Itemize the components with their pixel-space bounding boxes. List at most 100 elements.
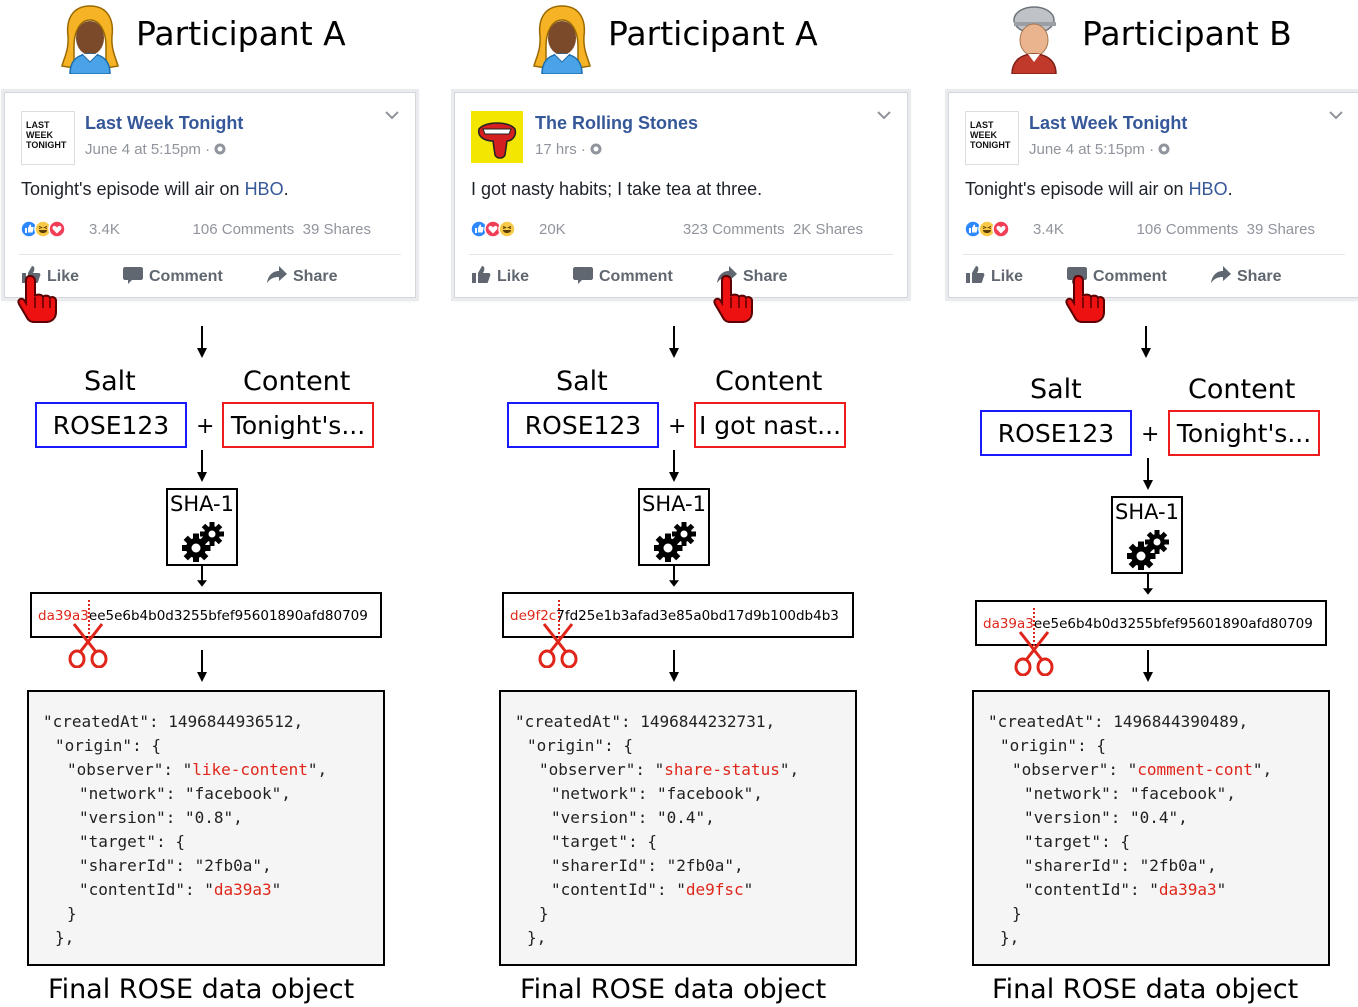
post-stats[interactable]: 106 Comments 39 Shares	[193, 221, 371, 238]
facebook-post-card: LAST WEEK TONIGHT Last Week Tonight June…	[948, 92, 1358, 298]
content-label: Content	[715, 366, 823, 397]
rose-data-object: "createdAt": 1496844390489, "origin": { …	[972, 690, 1330, 966]
column-participant-a-share: Participant A The Rolling Stones 17 hrs …	[454, 0, 908, 1007]
content-id-value: da39a3	[1158, 880, 1217, 899]
male-avatar-icon	[1011, 6, 1057, 74]
comment-button[interactable]: Comment	[123, 265, 223, 286]
salt-label: Salt	[1030, 374, 1082, 405]
thumbs-up-icon	[966, 266, 985, 283]
female-avatar-icon	[61, 5, 119, 74]
divider	[963, 254, 1345, 255]
hand-cursor-icon	[1065, 275, 1105, 323]
hash-function-label: SHA-1	[642, 492, 706, 516]
reaction-count[interactable]: 3.4K	[89, 221, 120, 238]
share-icon	[1211, 266, 1231, 283]
sha1-hash-box: SHA-1	[638, 488, 710, 566]
reaction-count[interactable]: 20K	[539, 221, 566, 238]
down-arrow-icon	[668, 650, 680, 683]
facebook-post-card: The Rolling Stones 17 hrs · I got nasty …	[454, 92, 908, 298]
down-arrow-icon	[668, 450, 680, 483]
down-arrow-icon	[668, 326, 680, 359]
haha-reaction-icon	[498, 220, 516, 238]
plus-sign: +	[668, 414, 687, 439]
like-button[interactable]: Like	[965, 265, 1023, 286]
post-stats[interactable]: 323 Comments 2K Shares	[683, 221, 863, 238]
participant-name: Participant B	[1082, 14, 1292, 53]
caption: Final ROSE data object	[48, 974, 355, 1005]
globe-icon	[590, 143, 602, 155]
page-name-link[interactable]: Last Week Tonight	[1029, 113, 1187, 134]
post-time: 17 hrs ·	[535, 141, 602, 158]
observer-value: like-content	[192, 760, 308, 779]
share-icon	[267, 266, 287, 283]
content-box: Tonight's...	[222, 402, 374, 448]
content-label: Content	[1188, 374, 1296, 405]
salt-box: ROSE123	[507, 402, 659, 448]
hbo-link[interactable]: HBO	[245, 179, 284, 199]
reaction-icons[interactable]	[21, 217, 141, 241]
down-arrow-icon	[196, 326, 208, 359]
rose-data-object: "createdAt": 1496844936512, "origin": { …	[27, 690, 385, 966]
rolling-stones-tongue-logo	[471, 111, 523, 163]
hash-rest: ee5e6b4b0d3255bfef95601890afd80709	[88, 608, 368, 624]
reaction-count[interactable]: 3.4K	[1033, 221, 1064, 238]
observer-value: comment-cont	[1137, 760, 1253, 779]
scissors-icon	[68, 622, 108, 668]
content-id-value: da39a3	[213, 880, 272, 899]
content-label: Content	[243, 366, 351, 397]
salt-label: Salt	[556, 366, 608, 397]
scissors-icon	[1014, 630, 1054, 676]
comment-icon	[573, 267, 593, 284]
down-arrow-icon	[196, 566, 208, 588]
page-name-link[interactable]: The Rolling Stones	[535, 113, 698, 134]
comment-button[interactable]: Comment	[573, 265, 673, 286]
chevron-down-icon[interactable]	[1329, 111, 1343, 121]
post-stats[interactable]: 106 Comments 39 Shares	[1137, 221, 1315, 238]
post-text: I got nasty habits; I take tea at three.	[471, 179, 763, 199]
hand-cursor-icon	[713, 275, 753, 323]
gears-icon	[654, 522, 696, 562]
participant-name: Participant A	[608, 14, 818, 53]
hash-function-label: SHA-1	[170, 492, 234, 516]
page-name-link[interactable]: Last Week Tonight	[85, 113, 243, 134]
post-text: Tonight's episode will air on HBO.	[965, 179, 1233, 199]
content-box: Tonight's...	[1168, 410, 1320, 456]
share-button[interactable]: Share	[267, 265, 337, 286]
caption: Final ROSE data object	[992, 974, 1299, 1005]
scissors-icon	[538, 622, 578, 668]
last-week-tonight-logo: LAST WEEK TONIGHT	[965, 111, 1019, 165]
down-arrow-icon	[196, 650, 208, 683]
chevron-down-icon[interactable]	[385, 111, 399, 121]
salt-label: Salt	[84, 366, 136, 397]
share-button[interactable]: Share	[1211, 265, 1281, 286]
love-reaction-icon	[48, 220, 66, 238]
reaction-icons[interactable]	[965, 217, 1085, 241]
hbo-link[interactable]: HBO	[1189, 179, 1228, 199]
hash-rest: 7fd25e1b3afad3e85a0bd17d9b100db4b3	[556, 608, 839, 624]
down-arrow-icon	[1140, 326, 1152, 359]
globe-icon	[1158, 143, 1170, 155]
facebook-post-card: LAST WEEK TONIGHT Last Week Tonight June…	[4, 92, 416, 298]
post-time: June 4 at 5:15pm ·	[1029, 141, 1170, 158]
reaction-icons[interactable]	[471, 217, 591, 241]
divider	[469, 254, 893, 255]
sha1-hash-box: SHA-1	[166, 488, 238, 566]
globe-icon	[214, 143, 226, 155]
rose-data-object: "createdAt": 1496844232731, "origin": { …	[499, 690, 857, 966]
content-id-value: de9fsc	[685, 880, 744, 899]
column-participant-a-like: Participant A LAST WEEK TONIGHT Last Wee…	[0, 0, 430, 1007]
hand-cursor-icon	[17, 275, 57, 323]
love-reaction-icon	[992, 220, 1010, 238]
like-button[interactable]: Like	[471, 265, 529, 286]
comment-icon	[123, 267, 143, 284]
participant-name: Participant A	[136, 14, 346, 53]
chevron-down-icon[interactable]	[877, 111, 891, 121]
down-arrow-icon	[1142, 458, 1154, 491]
down-arrow-icon	[1142, 650, 1154, 683]
down-arrow-icon	[668, 566, 680, 588]
female-avatar-icon	[533, 5, 591, 74]
thumbs-up-icon	[472, 266, 491, 283]
hash-function-label: SHA-1	[1115, 500, 1179, 524]
salt-box: ROSE123	[980, 410, 1132, 456]
hash-rest: ee5e6b4b0d3255bfef95601890afd80709	[1033, 616, 1313, 632]
